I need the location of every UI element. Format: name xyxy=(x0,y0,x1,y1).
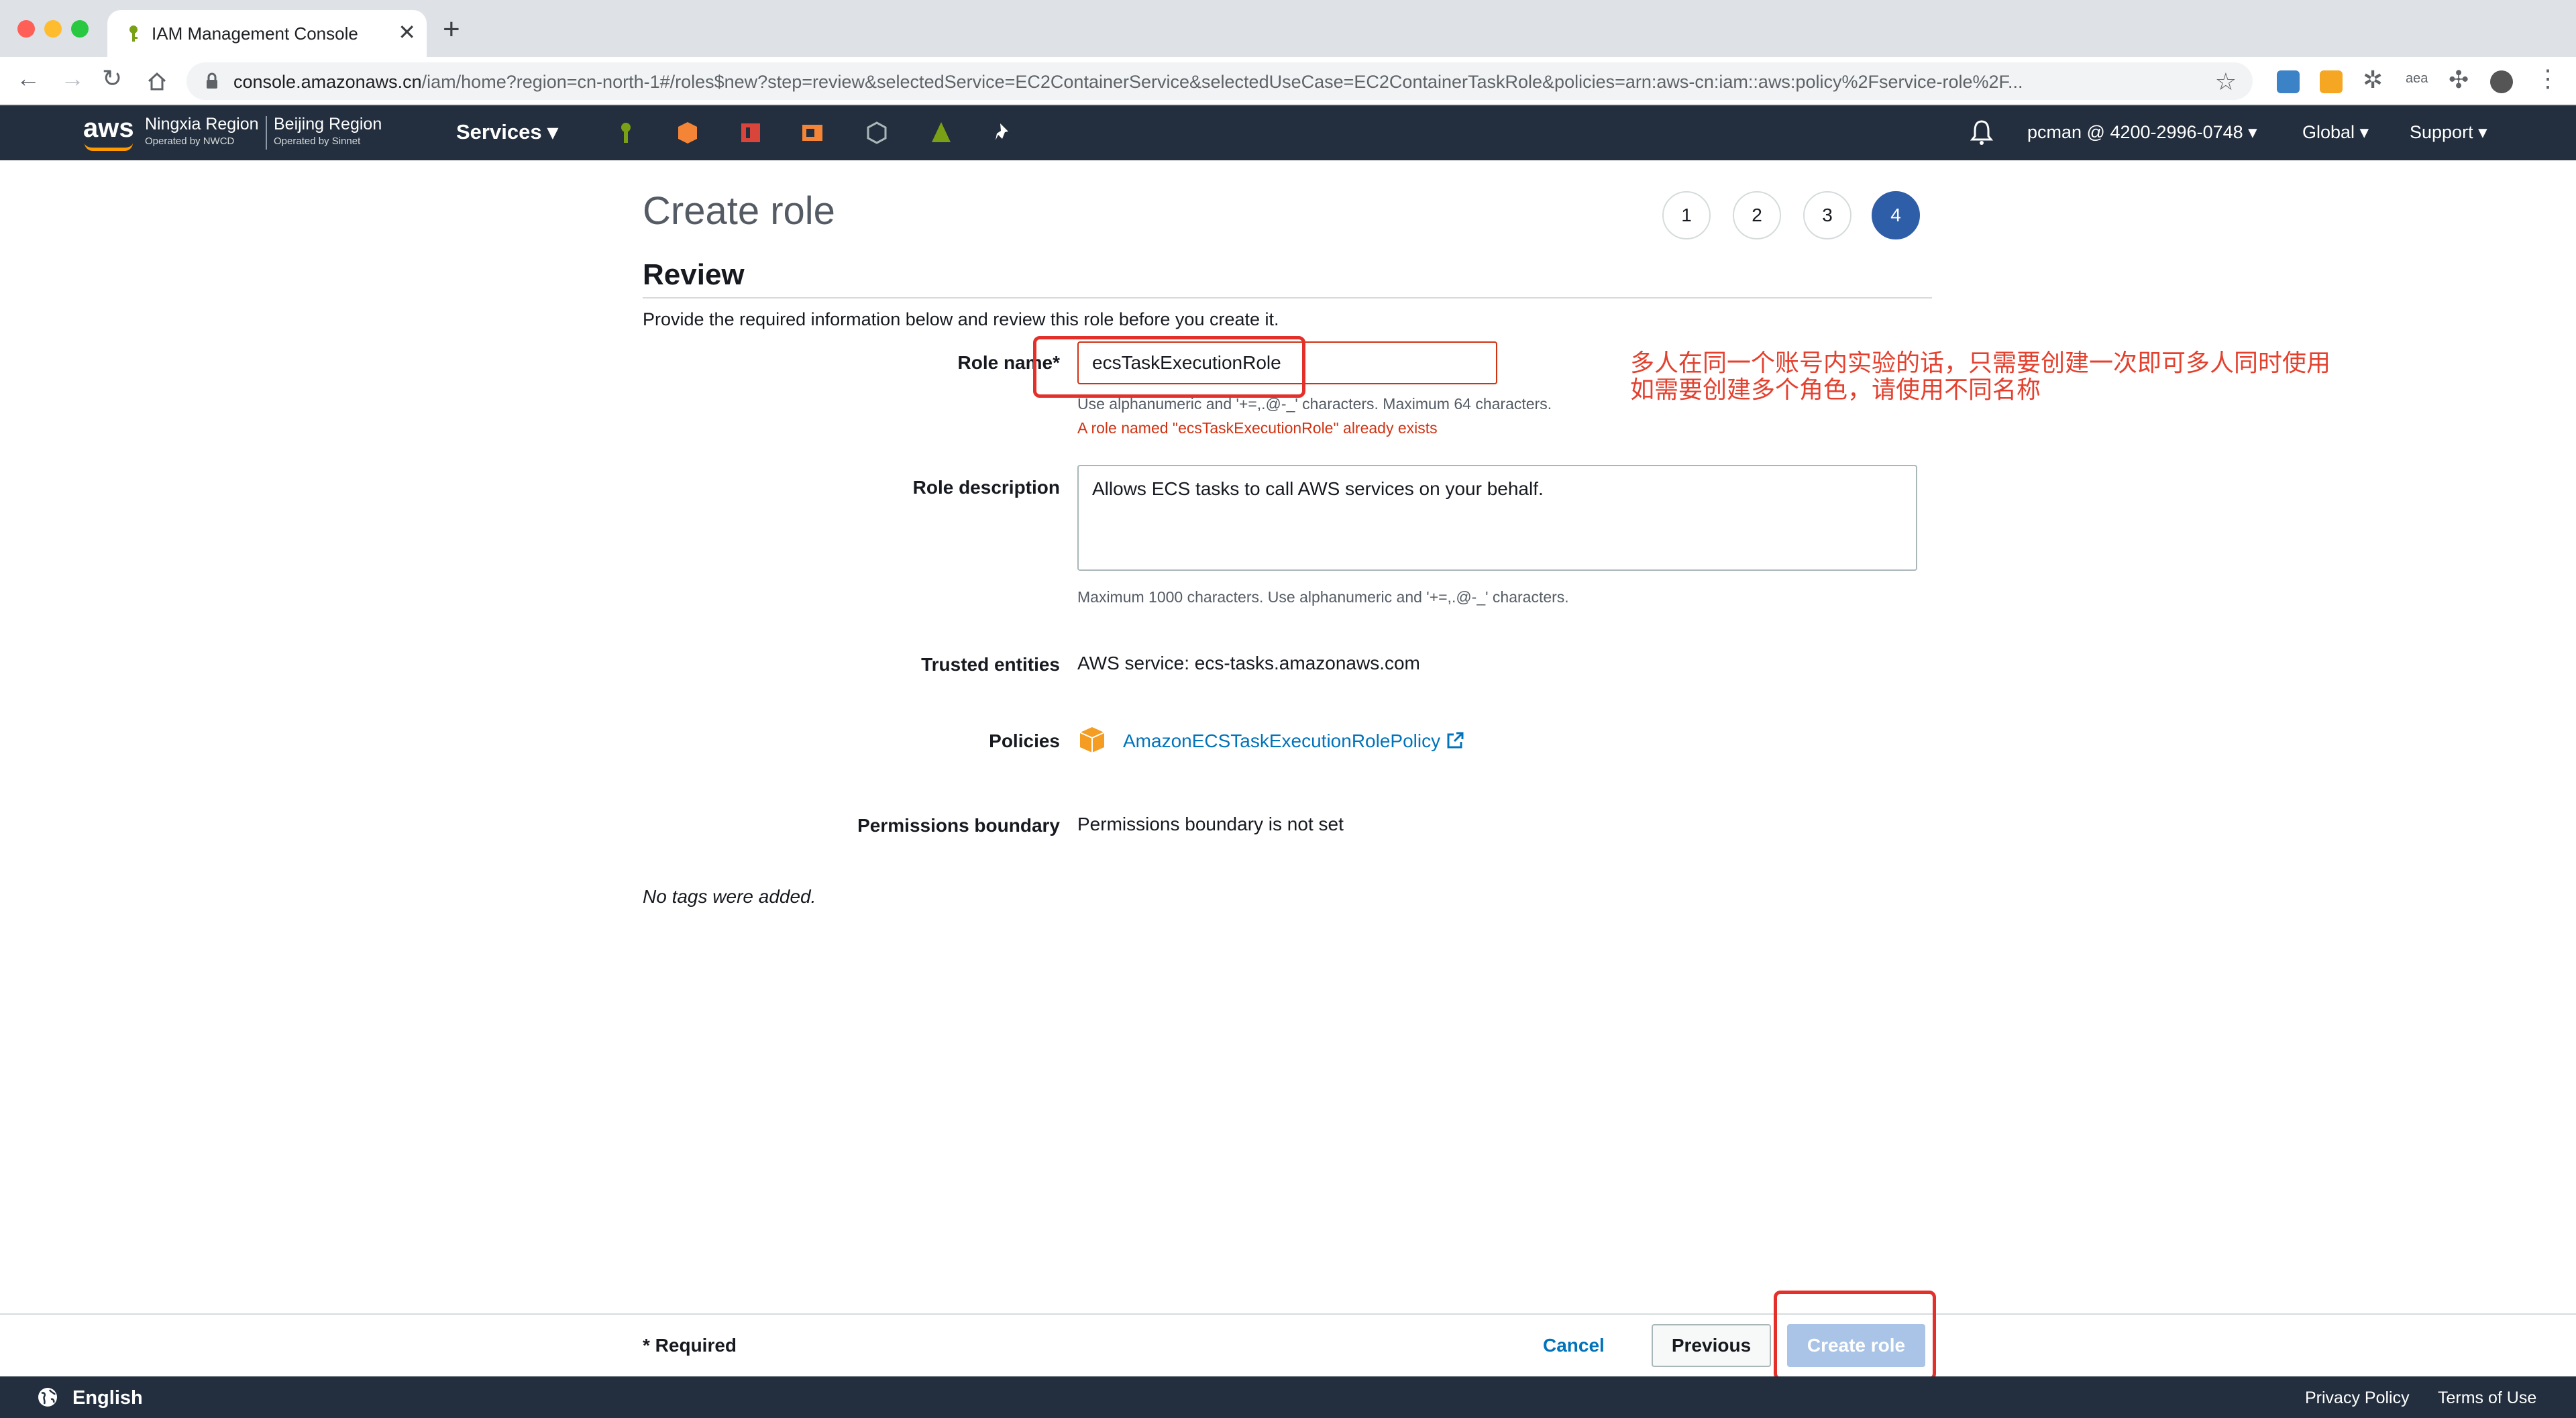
role-name-error: A role named "ecsTaskExecutionRole" alre… xyxy=(1077,419,1438,437)
aws-logo-smile-icon xyxy=(85,143,133,151)
services-menu[interactable]: Services ▾ xyxy=(456,120,558,144)
home-icon[interactable] xyxy=(146,70,168,92)
cancel-button[interactable]: Cancel xyxy=(1543,1335,1605,1356)
trusted-entities-value: AWS service: ecs-tasks.amazonaws.com xyxy=(1077,653,1420,673)
annotation-line-1: 多人在同一个账号内实验的话，只需要创建一次即可多人同时使用 xyxy=(1630,349,2331,376)
step-1[interactable]: 1 xyxy=(1662,191,1711,239)
policy-link[interactable]: AmazonECSTaskExecutionRolePolicy xyxy=(1123,730,1440,752)
global-menu[interactable]: Global ▾ xyxy=(2302,122,2369,143)
minimize-window-button[interactable] xyxy=(44,20,62,38)
iam-shortcut-icon[interactable] xyxy=(613,120,639,146)
ec2-shortcut-icon[interactable] xyxy=(675,120,700,146)
extension-mail-icon[interactable] xyxy=(2320,70,2343,93)
extension-aea-icon[interactable]: aea xyxy=(2406,72,2428,85)
page-title: Create role xyxy=(643,189,835,233)
globe-icon xyxy=(38,1388,57,1407)
trusted-entities-label: Trusted entities xyxy=(921,654,1060,675)
policy-box-icon xyxy=(1079,727,1105,753)
support-menu[interactable]: Support ▾ xyxy=(2410,122,2487,143)
back-icon[interactable]: ← xyxy=(16,66,40,91)
annotation-line-2: 如需要创建多个角色，请使用不同名称 xyxy=(1630,376,2041,403)
cube-shortcut-icon[interactable] xyxy=(864,120,890,146)
no-tags-text: No tags were added. xyxy=(643,886,816,907)
address-bar[interactable]: console.amazonaws.cn/iam/home?region=cn-… xyxy=(186,62,2253,100)
privacy-policy-link[interactable]: Privacy Policy xyxy=(2305,1388,2410,1408)
bookmark-star-icon[interactable]: ☆ xyxy=(2215,68,2237,96)
terms-of-use-link[interactable]: Terms of Use xyxy=(2438,1388,2536,1408)
create-role-highlight-box xyxy=(1774,1291,1936,1380)
required-note: * Required xyxy=(643,1335,737,1356)
step-4-active: 4 xyxy=(1872,191,1920,239)
step-3[interactable]: 3 xyxy=(1803,191,1851,239)
region-separator xyxy=(266,116,267,150)
wizard-footer: * Required Cancel Previous Create role xyxy=(0,1291,2576,1380)
cloudformation-shortcut-icon[interactable] xyxy=(738,120,763,146)
role-description-textarea[interactable]: Allows ECS tasks to call AWS services on… xyxy=(1077,465,1917,571)
section-divider xyxy=(643,297,1932,298)
account-menu[interactable]: pcman @ 4200-2996-0748 ▾ xyxy=(2027,122,2257,143)
previous-button[interactable]: Previous xyxy=(1652,1324,1771,1367)
tab-title: IAM Management Console xyxy=(152,23,358,44)
policies-label: Policies xyxy=(989,730,1060,751)
iam-favicon-icon xyxy=(129,25,138,42)
role-name-highlight-box xyxy=(1033,336,1305,398)
profile-avatar[interactable] xyxy=(2490,70,2513,93)
reload-icon[interactable]: ↻ xyxy=(102,66,122,91)
close-window-button[interactable] xyxy=(17,20,35,38)
maximize-window-button[interactable] xyxy=(71,20,89,38)
browser-toolbar: ← → ↻ console.amazonaws.cn/iam/home?regi… xyxy=(0,57,2576,105)
browser-menu-icon[interactable]: ⋮ xyxy=(2536,66,2560,91)
tab-strip: IAM Management Console ✕ + xyxy=(0,0,2576,57)
codecommit-shortcut-icon[interactable] xyxy=(928,120,954,146)
region-ningxia[interactable]: Ningxia Region Operated by NWCD xyxy=(145,115,259,147)
step-2[interactable]: 2 xyxy=(1733,191,1781,239)
pin-icon[interactable] xyxy=(990,120,1016,146)
aws-logo[interactable]: aws xyxy=(83,113,134,144)
console-bottom-bar: English Privacy Policy Terms of Use xyxy=(0,1376,2576,1418)
extension-s-icon[interactable] xyxy=(2277,70,2300,93)
lock-icon xyxy=(207,72,217,89)
browser-window: IAM Management Console ✕ + ← → ↻ console… xyxy=(0,0,2576,1418)
role-name-hint: Use alphanumeric and '+=,.@-_' character… xyxy=(1077,395,1552,413)
forward-icon[interactable]: → xyxy=(60,66,85,91)
extension-gear-icon[interactable]: ✲ xyxy=(2363,68,2383,92)
role-description-label: Role description xyxy=(912,477,1060,498)
notifications-bell-icon[interactable] xyxy=(1970,119,1994,146)
aws-navbar: aws Ningxia Region Operated by NWCD Beij… xyxy=(0,105,2576,160)
region-beijing[interactable]: Beijing Region Operated by Sinnet xyxy=(274,115,382,147)
section-title: Review xyxy=(643,258,745,291)
role-description-hint: Maximum 1000 characters. Use alphanumeri… xyxy=(1077,588,1569,606)
new-tab-button[interactable]: + xyxy=(443,15,460,44)
tab-close-icon[interactable]: ✕ xyxy=(398,19,416,45)
permissions-boundary-value: Permissions boundary is not set xyxy=(1077,814,1344,834)
permissions-boundary-label: Permissions boundary xyxy=(857,815,1060,836)
url-text: console.amazonaws.cn/iam/home?region=cn-… xyxy=(233,72,2023,92)
intro-text: Provide the required information below a… xyxy=(643,309,1279,329)
chinese-annotation: 多人在同一个账号内实验的话，只需要创建一次即可多人同时使用 如需要创建多个角色，… xyxy=(1630,349,2330,403)
language-selector[interactable]: English xyxy=(72,1387,143,1409)
external-link-icon[interactable] xyxy=(1445,730,1465,751)
extensions-puzzle-icon[interactable]: ✣ xyxy=(2449,68,2469,92)
ecs-shortcut-icon[interactable] xyxy=(800,120,825,146)
browser-tab[interactable]: IAM Management Console ✕ xyxy=(107,10,427,57)
